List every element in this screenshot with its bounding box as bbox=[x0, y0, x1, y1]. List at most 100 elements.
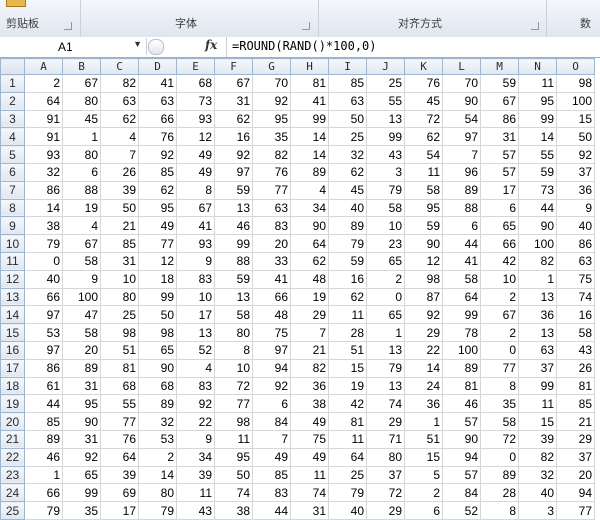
cell[interactable]: 88 bbox=[214, 251, 253, 271]
cell[interactable]: 47 bbox=[62, 305, 101, 325]
cell[interactable]: 29 bbox=[366, 501, 405, 520]
cell[interactable]: 92 bbox=[556, 145, 595, 164]
cell[interactable]: 79 bbox=[366, 180, 405, 200]
cell[interactable]: 36 bbox=[404, 394, 443, 414]
cell[interactable]: 66 bbox=[24, 287, 63, 307]
cell[interactable]: 92 bbox=[214, 145, 253, 164]
cell[interactable]: 49 bbox=[176, 145, 215, 164]
cell[interactable]: 85 bbox=[24, 412, 63, 431]
cell[interactable]: 80 bbox=[214, 323, 253, 342]
cell[interactable]: 9 bbox=[62, 269, 101, 289]
cell[interactable]: 0 bbox=[480, 447, 519, 467]
cell[interactable]: 35 bbox=[252, 127, 291, 147]
row-header[interactable]: 5 bbox=[0, 145, 25, 164]
name-box[interactable]: A1 ▼ bbox=[0, 38, 147, 55]
cell[interactable]: 43 bbox=[366, 145, 405, 164]
cell[interactable]: 77 bbox=[138, 234, 177, 253]
cell[interactable]: 52 bbox=[442, 501, 481, 520]
cell[interactable]: 57 bbox=[480, 145, 519, 164]
cell[interactable]: 89 bbox=[290, 162, 329, 182]
row-header[interactable]: 4 bbox=[0, 127, 25, 147]
cell[interactable]: 19 bbox=[62, 198, 101, 218]
cell[interactable]: 100 bbox=[62, 287, 101, 307]
cell[interactable]: 32 bbox=[328, 145, 367, 164]
cell[interactable]: 97 bbox=[442, 127, 481, 147]
cell[interactable]: 40 bbox=[556, 216, 595, 236]
cell[interactable]: 68 bbox=[100, 376, 139, 396]
cell[interactable]: 48 bbox=[290, 269, 329, 289]
cell[interactable]: 38 bbox=[214, 501, 253, 520]
cell[interactable]: 57 bbox=[442, 412, 481, 431]
cell[interactable]: 40 bbox=[518, 483, 557, 503]
cell[interactable]: 35 bbox=[62, 501, 101, 520]
formula-input[interactable]: =ROUND(RAND()*100,0) bbox=[226, 37, 600, 57]
cell[interactable]: 72 bbox=[366, 483, 405, 503]
row-header[interactable]: 19 bbox=[0, 394, 25, 414]
cell[interactable]: 57 bbox=[480, 162, 519, 182]
cell[interactable]: 86 bbox=[24, 358, 63, 378]
cell[interactable]: 34 bbox=[176, 447, 215, 467]
cell[interactable]: 90 bbox=[290, 216, 329, 236]
cell[interactable]: 91 bbox=[24, 127, 63, 147]
cell[interactable]: 89 bbox=[480, 465, 519, 485]
cell[interactable]: 22 bbox=[176, 412, 215, 431]
cell[interactable]: 11 bbox=[214, 429, 253, 449]
cell[interactable]: 31 bbox=[62, 376, 101, 396]
cell[interactable]: 14 bbox=[290, 145, 329, 164]
cell[interactable]: 45 bbox=[328, 180, 367, 200]
cell[interactable]: 1 bbox=[62, 127, 101, 147]
cell[interactable]: 92 bbox=[252, 376, 291, 396]
cell[interactable]: 63 bbox=[518, 340, 557, 360]
cell[interactable]: 59 bbox=[480, 74, 519, 93]
cell[interactable]: 99 bbox=[138, 287, 177, 307]
cell[interactable]: 77 bbox=[556, 501, 595, 520]
cell[interactable]: 37 bbox=[366, 465, 405, 485]
cell[interactable]: 50 bbox=[214, 465, 253, 485]
cell[interactable]: 11 bbox=[518, 394, 557, 414]
cell[interactable]: 93 bbox=[176, 234, 215, 253]
cell[interactable]: 67 bbox=[176, 198, 215, 218]
cell[interactable]: 2 bbox=[138, 447, 177, 467]
row-header[interactable]: 7 bbox=[0, 180, 25, 200]
cell[interactable]: 86 bbox=[24, 180, 63, 200]
row-header[interactable]: 22 bbox=[0, 447, 25, 467]
cell[interactable]: 9 bbox=[176, 251, 215, 271]
cell[interactable]: 10 bbox=[366, 216, 405, 236]
cell[interactable]: 3 bbox=[518, 501, 557, 520]
cell[interactable]: 90 bbox=[62, 412, 101, 431]
cell[interactable]: 1 bbox=[404, 412, 443, 431]
cell[interactable]: 74 bbox=[214, 483, 253, 503]
row-header[interactable]: 14 bbox=[0, 305, 25, 325]
cell[interactable]: 76 bbox=[138, 127, 177, 147]
cell[interactable]: 12 bbox=[138, 251, 177, 271]
cell[interactable]: 99 bbox=[214, 234, 253, 253]
cell[interactable]: 88 bbox=[442, 198, 481, 218]
cell[interactable]: 79 bbox=[366, 358, 405, 378]
cell[interactable]: 16 bbox=[328, 269, 367, 289]
cell[interactable]: 6 bbox=[252, 394, 291, 414]
cell[interactable]: 99 bbox=[62, 483, 101, 503]
column-header-j[interactable]: J bbox=[366, 58, 405, 75]
cell[interactable]: 20 bbox=[252, 234, 291, 253]
cell[interactable]: 90 bbox=[404, 234, 443, 253]
cell[interactable]: 39 bbox=[518, 429, 557, 449]
cell[interactable]: 1 bbox=[518, 269, 557, 289]
cell[interactable]: 72 bbox=[214, 376, 253, 396]
cell[interactable]: 36 bbox=[556, 180, 595, 200]
cell[interactable]: 50 bbox=[138, 305, 177, 325]
cell[interactable]: 100 bbox=[518, 234, 557, 253]
cell[interactable]: 68 bbox=[176, 74, 215, 93]
cell[interactable]: 43 bbox=[556, 340, 595, 360]
cell[interactable]: 20 bbox=[62, 340, 101, 360]
cell[interactable]: 62 bbox=[138, 180, 177, 200]
cell[interactable]: 10 bbox=[100, 269, 139, 289]
cell[interactable]: 44 bbox=[442, 234, 481, 253]
cell[interactable]: 97 bbox=[214, 162, 253, 182]
cell[interactable]: 54 bbox=[404, 145, 443, 164]
cell[interactable]: 49 bbox=[138, 216, 177, 236]
cell[interactable]: 85 bbox=[252, 465, 291, 485]
cell[interactable]: 58 bbox=[442, 269, 481, 289]
cell[interactable]: 85 bbox=[556, 394, 595, 414]
cell[interactable]: 65 bbox=[366, 251, 405, 271]
cell[interactable]: 70 bbox=[252, 74, 291, 93]
